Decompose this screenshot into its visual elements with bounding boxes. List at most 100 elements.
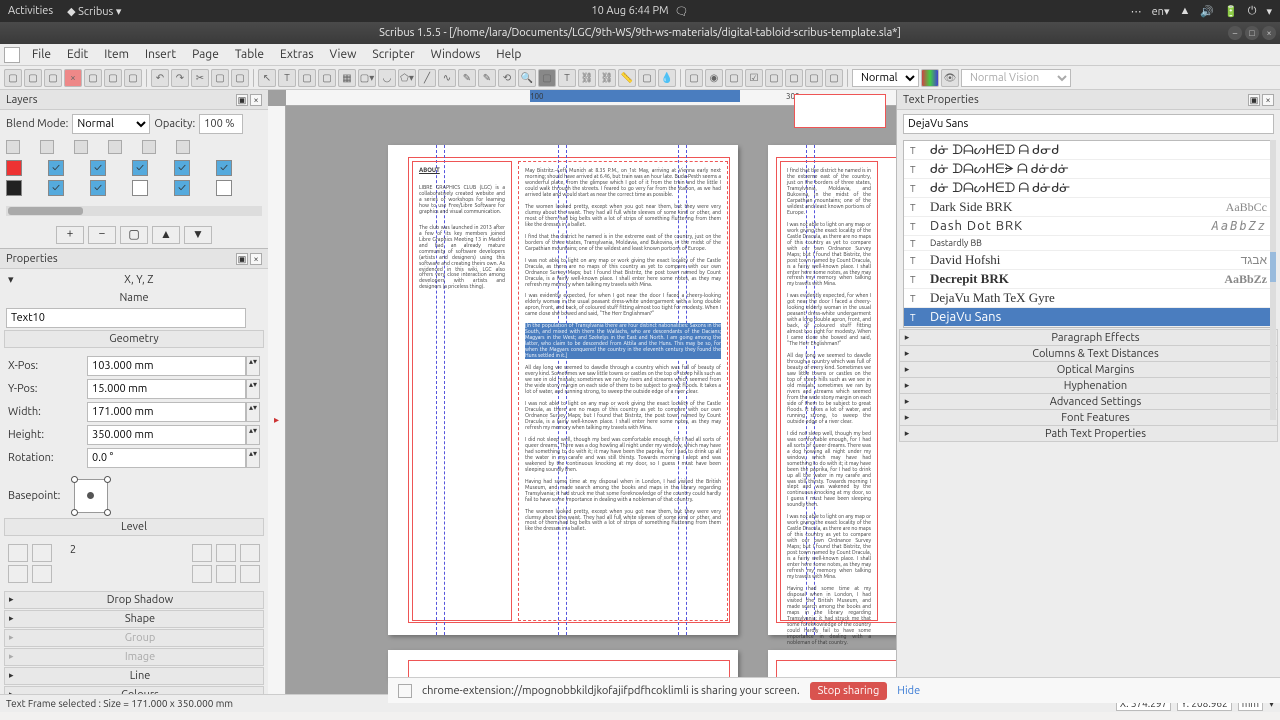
layer-up-button[interactable]: ▲ (152, 226, 180, 244)
opacity-spinner[interactable]: 100 % (199, 114, 243, 134)
app-menu[interactable]: ◆ Scribus ▾ (67, 5, 121, 18)
layer-row[interactable]: ✓✓✓ (6, 178, 262, 198)
redo-icon[interactable]: ↷ (171, 69, 189, 87)
basepoint-widget[interactable] (74, 479, 108, 513)
layers-close-icon[interactable]: × (250, 94, 262, 106)
app-indicator-icon[interactable]: ⋯ (1131, 5, 1142, 18)
page-left[interactable]: ABOUT LIBRE GRAPHICS CLUB (LGC) is a col… (388, 145, 738, 635)
font-family-dropdown[interactable]: Tᑯᓃ ᗪᗩᔕᕼᗴᗪ ᗩ ᑯᓂᑯ Tᑯᓃ ᗪᗩᔕᕼᗴᗓ ᗩ ᑯᓃᑯᓃ Tᑯᓃ ᗪ… (903, 140, 1274, 328)
arc-icon[interactable]: ◡ (378, 69, 396, 87)
font-option[interactable]: TDavid Hofshiאבגד (904, 251, 1273, 270)
width-input[interactable] (87, 402, 246, 422)
menu-table[interactable]: Table (227, 46, 272, 63)
undo-icon[interactable]: ↶ (151, 69, 169, 87)
ruler-vertical[interactable] (268, 106, 286, 694)
font-option[interactable]: Tᑯᓃ ᗪᗩᔕᕼᗴᗓ ᗩ ᑯᓃᑯᓃ (904, 160, 1273, 179)
layer-down-button[interactable]: ▼ (184, 226, 212, 244)
selected-text[interactable]: [In the population of Transylvania there… (525, 323, 721, 359)
copy-props-icon[interactable]: ▢ (638, 69, 656, 87)
lock-size-icon[interactable] (192, 565, 212, 583)
rotation-input[interactable] (87, 448, 246, 468)
props-undock-icon[interactable]: ▣ (236, 253, 248, 265)
font-list-scrollbar[interactable] (1270, 140, 1276, 420)
polygon-icon[interactable]: ⬠▾ (398, 69, 416, 87)
level-up-icon[interactable] (32, 544, 52, 562)
menu-help[interactable]: Help (488, 46, 529, 63)
pdf-check-icon[interactable]: ☑ (745, 69, 763, 87)
zoom-icon[interactable]: 🔍 (518, 69, 536, 87)
bezier-icon[interactable]: ∿ (438, 69, 456, 87)
menu-scripter[interactable]: Scripter (364, 46, 422, 63)
keyboard-layout[interactable]: en▾ (1152, 5, 1170, 18)
menu-windows[interactable]: Windows (423, 46, 489, 63)
layers-scrollbar[interactable] (6, 206, 262, 216)
edit-contents-icon[interactable]: ▢ (538, 69, 556, 87)
unlink-frames-icon[interactable]: ⛓ (598, 69, 616, 87)
save-icon[interactable]: ▢ (44, 69, 62, 87)
rotate-icon[interactable]: ⟲ (498, 69, 516, 87)
xyz-section[interactable]: X, Y, Z (18, 274, 260, 286)
preview-icon[interactable]: 👁 (941, 69, 959, 87)
font-option[interactable]: TDash Dot BRKAaBbZz (904, 217, 1273, 236)
pdf-pushbutton-icon[interactable]: ▢ (685, 69, 703, 87)
font-option[interactable]: Tᑯᓃ ᗪᗩᔕᕼᗴᗪ ᗩ ᑯᓂᑯ (904, 141, 1273, 160)
pdf-icon[interactable]: ▢ (124, 69, 142, 87)
height-input[interactable] (87, 425, 246, 445)
flip-v-icon[interactable] (216, 544, 236, 562)
accordion-paragraph-effects[interactable]: ▸Paragraph Effects (899, 329, 1278, 346)
font-option[interactable]: TDastardly BB (904, 236, 1273, 251)
page-next-left[interactable] (388, 650, 738, 680)
font-option[interactable]: TDark Side BRKAaBbCc (904, 198, 1273, 217)
canvas[interactable]: 100300 ABOUT LIBRE GRAPHICS CLUB (LGC) i… (268, 90, 896, 694)
edit-text-icon[interactable]: T (558, 69, 576, 87)
accordion-hyphenation[interactable]: ▸Hyphenation (899, 377, 1278, 394)
layer-dup-button[interactable]: ▢ (120, 226, 148, 244)
accordion-optical-margins[interactable]: ▸Optical Margins (899, 361, 1278, 378)
menu-page[interactable]: Page (184, 46, 227, 63)
preview-mode-select[interactable]: Normal (852, 69, 919, 87)
table-icon[interactable]: ▦ (338, 69, 356, 87)
lock-icon[interactable] (240, 544, 260, 562)
floating-frame[interactable] (794, 94, 886, 128)
pdf-text-icon[interactable]: ▢ (725, 69, 743, 87)
layer-remove-button[interactable]: − (88, 226, 116, 244)
caret-down-icon[interactable]: ▾ (1266, 5, 1272, 18)
preflight-icon[interactable]: ▢ (104, 69, 122, 87)
notification-icon[interactable]: 🗨 (675, 5, 689, 18)
pdf-combo-icon[interactable]: ▢ (765, 69, 783, 87)
xpos-input[interactable] (87, 356, 246, 376)
accordion-path-text[interactable]: ▸Path Text Properties (899, 425, 1278, 442)
new-icon[interactable]: ▢ (4, 69, 22, 87)
close-button[interactable]: × (1262, 26, 1276, 40)
copy-icon[interactable]: ▢ (211, 69, 229, 87)
section-line[interactable]: Line (4, 667, 264, 685)
layer-row[interactable]: ✓✓✓✓✓ (6, 158, 262, 178)
network-icon[interactable]: ▲ (1179, 5, 1190, 17)
page-next-right[interactable] (768, 650, 896, 680)
pdf-list-icon[interactable]: ▢ (785, 69, 803, 87)
power-icon[interactable]: ⏻ (1248, 5, 1257, 18)
font-option[interactable]: TDecrepit BRKAaBbZz (904, 270, 1273, 289)
freehand-icon[interactable]: ✎ (458, 69, 476, 87)
shape-icon[interactable]: ▢▾ (358, 69, 376, 87)
props-close-icon[interactable]: × (250, 253, 262, 265)
font-option-selected[interactable]: TDejaVu Sans (904, 308, 1273, 327)
group-icon[interactable] (216, 565, 236, 583)
cut-icon[interactable]: ✂ (191, 69, 209, 87)
print-icon[interactable]: ▢ (84, 69, 102, 87)
text-frame-icon[interactable]: T (278, 69, 296, 87)
text-props-close-icon[interactable]: × (1262, 94, 1274, 106)
menu-item[interactable]: Item (96, 46, 137, 63)
measure-icon[interactable]: 📏 (618, 69, 636, 87)
image-frame-icon[interactable]: ▢ (298, 69, 316, 87)
accordion-columns[interactable]: ▸Columns & Text Distances (899, 345, 1278, 362)
level-down-icon[interactable] (32, 565, 52, 583)
hide-share-button[interactable]: Hide (897, 685, 920, 697)
layer-list[interactable]: ✓✓✓✓✓ ✓✓✓ (0, 156, 268, 200)
link-frames-icon[interactable]: ⛓ (578, 69, 596, 87)
stop-sharing-button[interactable]: Stop sharing (810, 682, 888, 700)
menu-extras[interactable]: Extras (272, 46, 322, 63)
vision-select[interactable]: Normal Vision (961, 69, 1071, 87)
calligraphy-icon[interactable]: ✎ (478, 69, 496, 87)
blend-mode-select[interactable]: Normal (72, 114, 150, 134)
